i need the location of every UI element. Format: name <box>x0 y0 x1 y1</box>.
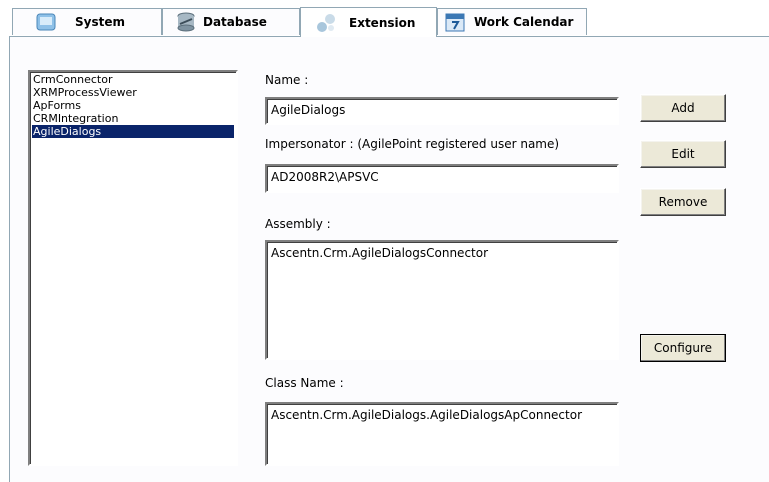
tab-database[interactable]: Database <box>162 8 300 35</box>
list-item[interactable]: CrmConnector <box>32 73 234 86</box>
class-name-label: Class Name : <box>265 376 344 390</box>
add-button[interactable]: Add <box>640 94 726 122</box>
list-item[interactable]: ApForms <box>32 99 234 112</box>
database-icon <box>175 11 197 33</box>
tab-work-calendar[interactable]: Work Calendar <box>437 8 587 35</box>
list-item[interactable]: XRMProcessViewer <box>32 86 234 99</box>
name-label: Name : <box>265 73 309 87</box>
impersonator-label: Impersonator : (AgilePoint registered us… <box>265 137 560 151</box>
list-item-selected[interactable]: AgileDialogs <box>32 125 234 138</box>
assembly-label: Assembly : <box>265 217 331 231</box>
system-icon <box>35 11 57 33</box>
calendar-icon <box>444 11 466 33</box>
remove-button[interactable]: Remove <box>640 188 726 216</box>
extension-icon <box>315 12 337 34</box>
tab-system[interactable]: System <box>12 8 162 35</box>
tab-system-label: System <box>75 15 125 29</box>
assembly-field[interactable]: Ascentn.Crm.AgileDialogsConnector <box>265 240 619 360</box>
name-field[interactable]: AgileDialogs <box>265 97 619 125</box>
tab-extension-label: Extension <box>349 15 416 30</box>
edit-button[interactable]: Edit <box>640 140 726 168</box>
list-item[interactable]: CRMIntegration <box>32 112 234 125</box>
extensions-listbox[interactable]: CrmConnector XRMProcessViewer ApForms CR… <box>28 70 238 466</box>
tab-extension[interactable]: Extension <box>300 7 437 37</box>
tab-database-label: Database <box>203 15 267 29</box>
class-name-field[interactable]: Ascentn.Crm.AgileDialogs.AgileDialogsApC… <box>265 402 619 466</box>
configure-button[interactable]: Configure <box>640 334 726 362</box>
impersonator-field[interactable]: AD2008R2\APSVC <box>265 164 619 193</box>
tab-work-calendar-label: Work Calendar <box>474 15 574 29</box>
